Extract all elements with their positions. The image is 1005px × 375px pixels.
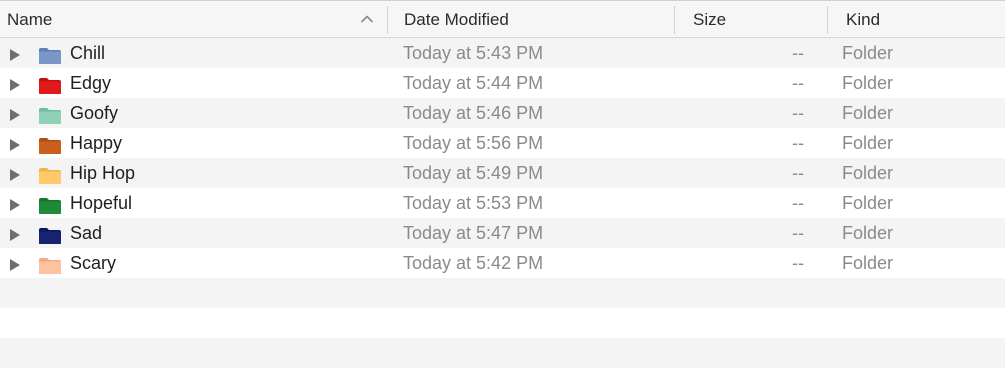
chevron-up-icon[interactable]: [360, 12, 374, 26]
date-modified: Today at 5:53 PM: [403, 193, 544, 213]
file-kind: Folder: [842, 103, 894, 123]
date-modified: Today at 5:42 PM: [403, 253, 544, 273]
folder-icon: [38, 77, 62, 95]
date-modified: Today at 5:46 PM: [403, 103, 544, 123]
file-row[interactable]: Happy Today at 5:56 PM -- Folder: [0, 128, 1005, 158]
file-row[interactable]: Hip Hop Today at 5:49 PM -- Folder: [0, 158, 1005, 188]
file-kind: Folder: [842, 193, 894, 213]
date-modified: Today at 5:47 PM: [403, 223, 544, 243]
file-row[interactable]: Sad Today at 5:47 PM -- Folder: [0, 218, 1005, 248]
file-size: --: [792, 253, 804, 273]
file-name: Goofy: [70, 103, 119, 123]
date-modified: Today at 5:44 PM: [403, 73, 544, 93]
file-kind: Folder: [842, 73, 894, 93]
folder-icon: [38, 107, 62, 125]
file-name: Edgy: [70, 73, 112, 93]
file-kind: Folder: [842, 253, 894, 273]
column-header-bar: Name Date Modified Size Kind: [0, 0, 1005, 38]
folder-icon: [38, 227, 62, 245]
file-kind: Folder: [842, 163, 894, 183]
file-size: --: [792, 223, 804, 243]
file-row[interactable]: Hopeful Today at 5:53 PM -- Folder: [0, 188, 1005, 218]
column-header-date-label: Date Modified: [404, 9, 509, 29]
file-name: Scary: [70, 253, 117, 273]
column-header-size[interactable]: Size: [675, 1, 827, 38]
file-kind: Folder: [842, 133, 894, 153]
folder-icon: [38, 137, 62, 155]
date-modified: Today at 5:43 PM: [403, 43, 544, 63]
file-name: Happy: [70, 133, 123, 153]
file-name: Hip Hop: [70, 163, 136, 183]
disclosure-triangle-icon[interactable]: [10, 79, 20, 91]
folder-icon: [38, 257, 62, 275]
file-size: --: [792, 103, 804, 123]
column-header-size-label: Size: [693, 9, 727, 29]
disclosure-triangle-icon[interactable]: [10, 259, 20, 271]
file-kind: Folder: [842, 223, 894, 243]
file-size: --: [792, 163, 804, 183]
finder-list-view: Name Date Modified Size Kind Chill Today …: [0, 0, 1005, 375]
file-name: Sad: [70, 223, 103, 243]
empty-row: [0, 308, 1005, 338]
file-row[interactable]: Edgy Today at 5:44 PM -- Folder: [0, 68, 1005, 98]
disclosure-triangle-icon[interactable]: [10, 199, 20, 211]
empty-row: [0, 338, 1005, 368]
file-list: Chill Today at 5:43 PM -- Folder Edgy Today a…: [0, 38, 1005, 368]
file-name: Chill: [70, 43, 106, 63]
file-size: --: [792, 133, 804, 153]
file-row[interactable]: Goofy Today at 5:46 PM -- Folder: [0, 98, 1005, 128]
empty-row: [0, 278, 1005, 308]
file-kind: Folder: [842, 43, 894, 63]
column-header-kind[interactable]: Kind: [828, 1, 1005, 38]
file-size: --: [792, 73, 804, 93]
file-row[interactable]: Scary Today at 5:42 PM -- Folder: [0, 248, 1005, 278]
date-modified: Today at 5:49 PM: [403, 163, 544, 183]
file-row[interactable]: Chill Today at 5:43 PM -- Folder: [0, 38, 1005, 68]
disclosure-triangle-icon[interactable]: [10, 169, 20, 181]
disclosure-triangle-icon[interactable]: [10, 229, 20, 241]
folder-icon: [38, 47, 62, 65]
disclosure-triangle-icon[interactable]: [10, 49, 20, 61]
date-modified: Today at 5:56 PM: [403, 133, 544, 153]
column-header-kind-label: Kind: [846, 9, 881, 29]
column-header-date-modified[interactable]: Date Modified: [388, 1, 674, 38]
file-name: Hopeful: [70, 193, 133, 213]
file-size: --: [792, 43, 804, 63]
disclosure-triangle-icon[interactable]: [10, 139, 20, 151]
file-size: --: [792, 193, 804, 213]
folder-icon: [38, 167, 62, 185]
folder-icon: [38, 197, 62, 215]
column-header-name-label: Name: [7, 9, 53, 29]
column-header-name[interactable]: Name: [0, 1, 387, 38]
disclosure-triangle-icon[interactable]: [10, 109, 20, 121]
